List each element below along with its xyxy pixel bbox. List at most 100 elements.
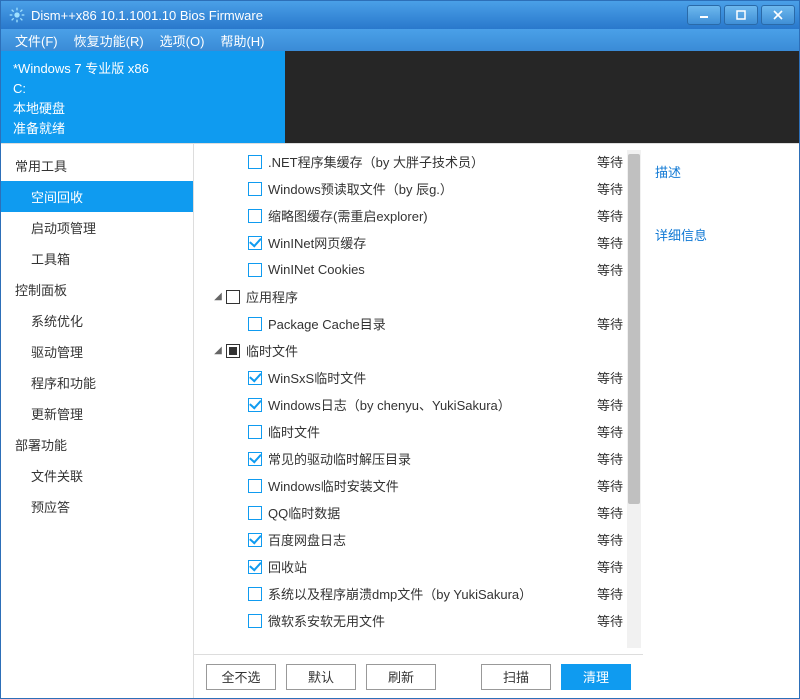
list-item[interactable]: 百度网盘日志等待 (194, 526, 625, 553)
sidebar-item-programs[interactable]: 程序和功能 (1, 367, 193, 398)
maximize-button[interactable] (724, 5, 758, 25)
checkbox[interactable] (248, 317, 262, 331)
info-panel: 描述 详细信息 (643, 144, 799, 698)
scrollbar-thumb[interactable] (628, 154, 640, 504)
menu-recover[interactable]: 恢复功能(R) (66, 29, 152, 52)
item-label: 应用程序 (246, 287, 625, 306)
refresh-button[interactable]: 刷新 (366, 664, 436, 690)
image-edition: *Windows 7 专业版 x86 (13, 59, 273, 79)
item-status: 等待 (593, 260, 625, 279)
cleanup-list: .NET程序集缓存（by 大胖子技术员）等待Windows预读取文件（by 辰g… (194, 144, 643, 654)
sidebar-item-startup[interactable]: 启动项管理 (1, 212, 193, 243)
checkbox[interactable] (248, 560, 262, 574)
item-label: 微软系安软无用文件 (268, 611, 593, 630)
app-window: Dism++x86 10.1.1001.10 Bios Firmware 文件(… (0, 0, 800, 699)
body: 常用工具 空间回收 启动项管理 工具箱 控制面板 系统优化 驱动管理 程序和功能… (1, 143, 799, 698)
checkbox[interactable] (248, 479, 262, 493)
description-link[interactable]: 描述 (655, 162, 787, 181)
collapse-icon[interactable]: ◢ (212, 345, 224, 356)
list-item[interactable]: 回收站等待 (194, 553, 625, 580)
titlebar[interactable]: Dism++x86 10.1.1001.10 Bios Firmware (1, 1, 799, 29)
default-button[interactable]: 默认 (286, 664, 356, 690)
checkbox[interactable] (248, 425, 262, 439)
item-status: 等待 (593, 233, 625, 252)
item-label: 临时文件 (268, 422, 593, 441)
list-item[interactable]: 常见的驱动临时解压目录等待 (194, 445, 625, 472)
group-row[interactable]: ◢临时文件 (194, 337, 625, 364)
checkbox[interactable] (248, 398, 262, 412)
close-icon (773, 10, 783, 20)
list-item[interactable]: .NET程序集缓存（by 大胖子技术员）等待 (194, 148, 625, 175)
minimize-icon (699, 10, 709, 20)
checkbox[interactable] (248, 452, 262, 466)
maximize-icon (736, 10, 746, 20)
checkbox[interactable] (248, 506, 262, 520)
item-label: WinSxS临时文件 (268, 368, 593, 387)
item-label: Windows预读取文件（by 辰g.） (268, 179, 593, 198)
scan-button[interactable]: 扫描 (481, 664, 551, 690)
scrollbar[interactable] (627, 150, 641, 648)
app-icon (9, 7, 25, 23)
list-item[interactable]: 微软系安软无用文件等待 (194, 607, 625, 634)
close-button[interactable] (761, 5, 795, 25)
details-link[interactable]: 详细信息 (655, 225, 787, 244)
checkbox[interactable] (248, 182, 262, 196)
checkbox[interactable] (248, 533, 262, 547)
list-item[interactable]: Package Cache目录等待 (194, 310, 625, 337)
collapse-icon[interactable]: ◢ (212, 291, 224, 302)
item-status: 等待 (593, 503, 625, 522)
sidebar-item-unattend[interactable]: 预应答 (1, 491, 193, 522)
checkbox[interactable] (248, 236, 262, 250)
item-label: Windows临时安装文件 (268, 476, 593, 495)
image-drive: C: (13, 79, 273, 99)
sidebar-item-toolbox[interactable]: 工具箱 (1, 243, 193, 274)
checkbox[interactable] (226, 290, 240, 304)
image-info-panel[interactable]: *Windows 7 专业版 x86 C: 本地硬盘 准备就绪 (1, 51, 285, 143)
item-status: 等待 (593, 449, 625, 468)
cleanup-panel: .NET程序集缓存（by 大胖子技术员）等待Windows预读取文件（by 辰g… (194, 144, 643, 698)
list-item[interactable]: 缩略图缓存(需重启explorer)等待 (194, 202, 625, 229)
menu-help[interactable]: 帮助(H) (212, 29, 272, 52)
item-label: WinINet Cookies (268, 262, 593, 277)
checkbox[interactable] (248, 263, 262, 277)
item-status: 等待 (593, 584, 625, 603)
item-status: 等待 (593, 422, 625, 441)
image-banner: *Windows 7 专业版 x86 C: 本地硬盘 准备就绪 (1, 51, 799, 143)
item-status: 等待 (593, 368, 625, 387)
list-item[interactable]: WinINet网页缓存等待 (194, 229, 625, 256)
menu-options[interactable]: 选项(O) (152, 29, 213, 52)
sidebar-item-updates[interactable]: 更新管理 (1, 398, 193, 429)
list-item[interactable]: 系统以及程序崩溃dmp文件（by YukiSakura）等待 (194, 580, 625, 607)
checkbox[interactable] (248, 614, 262, 628)
image-disk-type: 本地硬盘 (13, 99, 273, 119)
sidebar-group-control: 控制面板 (1, 274, 193, 305)
list-item[interactable]: Windows临时安装文件等待 (194, 472, 625, 499)
sidebar-item-space-cleanup[interactable]: 空间回收 (1, 181, 193, 212)
list-item[interactable]: 临时文件等待 (194, 418, 625, 445)
checkbox[interactable] (248, 155, 262, 169)
group-row[interactable]: ◢ 应用程序 (194, 283, 625, 310)
item-status: 等待 (593, 557, 625, 576)
item-status: 等待 (593, 611, 625, 630)
menu-file[interactable]: 文件(F) (7, 29, 66, 52)
select-none-button[interactable]: 全不选 (206, 664, 276, 690)
checkbox[interactable] (248, 209, 262, 223)
checkbox[interactable] (248, 371, 262, 385)
sidebar-group-deploy: 部署功能 (1, 429, 193, 460)
sidebar-item-drivers[interactable]: 驱动管理 (1, 336, 193, 367)
list-item[interactable]: WinINet Cookies等待 (194, 256, 625, 283)
list-item[interactable]: Windows预读取文件（by 辰g.）等待 (194, 175, 625, 202)
sidebar-item-file-assoc[interactable]: 文件关联 (1, 460, 193, 491)
list-item[interactable]: WinSxS临时文件等待 (194, 364, 625, 391)
list-item[interactable]: Windows日志（by chenyu、YukiSakura）等待 (194, 391, 625, 418)
item-label: .NET程序集缓存（by 大胖子技术员） (268, 152, 593, 171)
footer: 全不选 默认 刷新 扫描 清理 (194, 654, 643, 698)
clean-button[interactable]: 清理 (561, 664, 631, 690)
minimize-button[interactable] (687, 5, 721, 25)
menubar: 文件(F) 恢复功能(R) 选项(O) 帮助(H) (1, 29, 799, 51)
window-controls (684, 5, 795, 25)
sidebar-item-optimize[interactable]: 系统优化 (1, 305, 193, 336)
list-item[interactable]: QQ临时数据等待 (194, 499, 625, 526)
checkbox[interactable] (248, 587, 262, 601)
checkbox[interactable] (226, 344, 240, 358)
